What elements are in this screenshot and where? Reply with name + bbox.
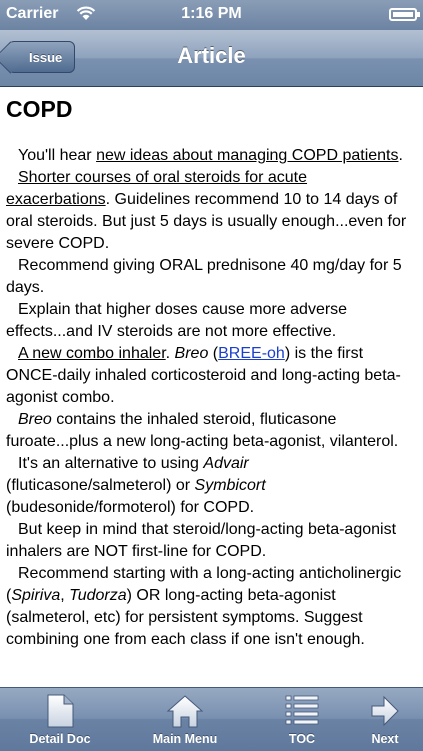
paragraph: Shorter courses of oral steroids for acu… <box>0 167 423 255</box>
tab-label: Detail Doc <box>29 732 91 746</box>
text: . <box>165 345 175 362</box>
text: . <box>398 147 403 164</box>
tab-label: Main Menu <box>152 732 218 746</box>
navigation-bar: Issue Article <box>0 30 423 87</box>
tab-label: TOC <box>288 732 316 746</box>
text: (budesonide/formoterol) for COPD. <box>6 499 255 516</box>
drug-name: Breo <box>18 411 52 428</box>
text: (fluticasone/salmeterol) or <box>6 477 195 494</box>
paragraph: Breo contains the inhaled steroid, fluti… <box>0 409 423 453</box>
document-icon <box>47 694 74 728</box>
drug-name: Breo <box>174 345 209 362</box>
paragraph: Recommend giving ORAL prednisone 40 mg/d… <box>6 257 402 296</box>
paragraph: You'll hear new ideas about managing COP… <box>0 145 423 167</box>
article-title: COPD <box>6 96 73 122</box>
paragraph: Recommend starting with a long-acting an… <box>0 563 423 651</box>
text: You'll hear <box>18 147 97 164</box>
tab-label: Next <box>371 732 399 746</box>
status-bar: Carrier 1:16 PM <box>0 0 423 30</box>
clock: 1:16 PM <box>181 5 242 22</box>
tab-bar: Detail Doc Main Menu TOC Next <box>0 687 423 751</box>
drug-name: Advair <box>203 455 249 472</box>
battery-icon <box>389 8 420 21</box>
list-icon <box>285 695 319 725</box>
text: ( <box>208 345 219 362</box>
paragraph: It's an alternative to using Advair (flu… <box>0 453 423 519</box>
tab-main-menu[interactable]: Main Menu <box>135 688 235 751</box>
text: contains the inhaled steroid, fluticason… <box>6 411 399 450</box>
article-content[interactable]: COPD You'll hear new ideas about managin… <box>0 87 423 687</box>
tab-next[interactable]: Next <box>345 688 423 751</box>
paragraph: But keep in mind that steroid/long-actin… <box>6 521 397 560</box>
paragraph: Explain that higher doses cause more adv… <box>6 301 348 340</box>
tab-toc[interactable]: TOC <box>252 688 352 751</box>
tab-detail-doc[interactable]: Detail Doc <box>10 688 110 751</box>
section-link[interactable]: A new combo inhaler <box>18 345 166 362</box>
text: It's an alternative to using <box>18 455 204 472</box>
drug-name: Tudorza <box>69 587 127 604</box>
arrow-right-icon <box>371 695 399 727</box>
drug-name: Spiriva <box>11 587 61 604</box>
page-title: Article <box>177 43 246 68</box>
pronunciation-link[interactable]: BREE-oh <box>218 345 285 362</box>
text: , <box>60 587 70 604</box>
paragraph: A new combo inhaler. Breo (BREE-oh) is t… <box>0 343 423 409</box>
drug-name: Symbicort <box>194 477 266 494</box>
section-link[interactable]: new ideas about managing COPD patients <box>96 147 398 164</box>
home-icon <box>166 695 204 728</box>
